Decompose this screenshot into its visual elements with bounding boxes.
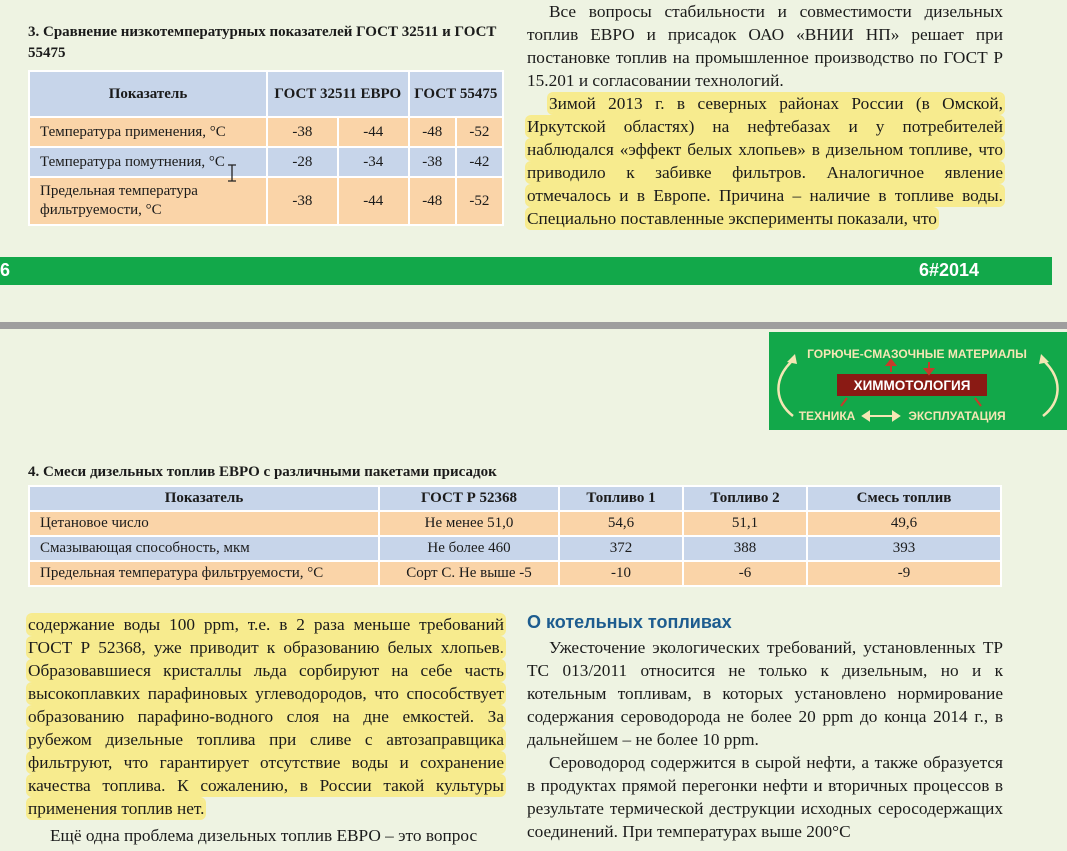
page-separator bbox=[0, 322, 1067, 329]
table4-row-label: Смазывающая способность, мкм bbox=[28, 535, 380, 562]
page-footer-band: 6 6#2014 bbox=[0, 257, 1052, 285]
table3-cell: -28 bbox=[266, 146, 339, 178]
table4-cell: -9 bbox=[806, 560, 1002, 587]
highlighted-paragraph: Зимой 2013 г. в северных районах России … bbox=[527, 92, 1003, 230]
top-right-column: Все вопросы стабильности и совместимости… bbox=[527, 0, 1003, 230]
logo-center-text: ХИММОТОЛОГИЯ bbox=[854, 378, 971, 393]
highlighted-paragraph: содержание воды 100 ppm, т.е. в 2 раза м… bbox=[28, 613, 504, 820]
table4-header-cell: Топливо 2 bbox=[682, 485, 808, 512]
bottom-left-column: содержание воды 100 ppm, т.е. в 2 раза м… bbox=[28, 613, 504, 847]
table3-row-label: Температура применения, °С bbox=[28, 116, 268, 148]
text-highlight: Зимой 2013 г. в северных районах России … bbox=[527, 94, 1003, 228]
table-row: Предельная температура фильтруемости, °С… bbox=[28, 176, 505, 226]
table4-cell: 372 bbox=[558, 535, 684, 562]
table3-cell: -48 bbox=[407, 116, 457, 148]
table3-header-gost55475: ГОСТ 55475 bbox=[407, 70, 505, 118]
table3-cell: -52 bbox=[454, 176, 505, 226]
table3-cell: -34 bbox=[336, 146, 410, 178]
table3-header-indicator: Показатель bbox=[28, 70, 268, 118]
table3: Показатель ГОСТ 32511 ЕВРО ГОСТ 55475 Те… bbox=[28, 70, 505, 226]
table4-header-row: Показатель ГОСТ Р 52368 Топливо 1 Топлив… bbox=[28, 485, 1002, 512]
table4-header-cell: ГОСТ Р 52368 bbox=[378, 485, 560, 512]
table-row: Температура помутнения, °С -28 -34 -38 -… bbox=[28, 146, 505, 178]
table4-cell: Не менее 51,0 bbox=[378, 510, 560, 537]
table3-cell: -48 bbox=[407, 176, 457, 226]
table-row: Смазывающая способность, мкм Не более 46… bbox=[28, 535, 1002, 562]
table4-header-cell: Смесь топлив bbox=[806, 485, 1002, 512]
table4-caption: 4. Смеси дизельных топлив ЕВРО с различн… bbox=[28, 464, 497, 480]
bottom-right-column: О котельных топливах Ужесточение экологи… bbox=[527, 612, 1003, 843]
paragraph: Все вопросы стабильности и совместимости… bbox=[527, 2, 1003, 90]
issue-number: 6#2014 bbox=[919, 260, 980, 280]
table3-cell: -52 bbox=[454, 116, 505, 148]
journal-logo: ХИММОТОЛОГИЯ ГОРЮЧЕ-СМАЗОЧНЫЕ МАТЕРИАЛЫ … bbox=[769, 332, 1067, 430]
paragraph: Ещё одна проблема дизельных топлив ЕВРО … bbox=[50, 826, 478, 845]
table4: Показатель ГОСТ Р 52368 Топливо 1 Топлив… bbox=[28, 485, 1002, 587]
table-row: Температура применения, °С -38 -44 -48 -… bbox=[28, 116, 505, 148]
table3-cell: -42 bbox=[454, 146, 505, 178]
table3-cell: -44 bbox=[336, 176, 410, 226]
table4-cell: 54,6 bbox=[558, 510, 684, 537]
bottom-right-text: Ужесточение экологических требований, ус… bbox=[527, 636, 1003, 843]
text-cursor-icon bbox=[228, 164, 236, 187]
table3-cell: -44 bbox=[336, 116, 410, 148]
table3-cell: -38 bbox=[266, 176, 339, 226]
table3-caption: 3. Сравнение низкотемпературных показате… bbox=[28, 24, 497, 61]
paragraph: Ужесточение экологических требований, ус… bbox=[527, 638, 1003, 749]
section-heading: О котельных топливах bbox=[527, 612, 732, 632]
table4-header-cell: Топливо 1 bbox=[558, 485, 684, 512]
logo-right-text: ЭКСПЛУАТАЦИЯ bbox=[908, 409, 1005, 423]
table4-cell: Не более 460 bbox=[378, 535, 560, 562]
table4-cell: 49,6 bbox=[806, 510, 1002, 537]
page-number: 6 bbox=[0, 260, 11, 280]
table4-row-label: Цетановое число bbox=[28, 510, 380, 537]
table-row: Предельная температура фильтруемости, °С… bbox=[28, 560, 1002, 587]
logo-top-text: ГОРЮЧЕ-СМАЗОЧНЫЕ МАТЕРИАЛЫ bbox=[807, 347, 1027, 361]
logo-left-text: ТЕХНИКА bbox=[799, 409, 856, 423]
table-row: Цетановое число Не менее 51,0 54,6 51,1 … bbox=[28, 510, 1002, 537]
table3-cell: -38 bbox=[407, 146, 457, 178]
table4-cell: 393 bbox=[806, 535, 1002, 562]
table4-header-cell: Показатель bbox=[28, 485, 380, 512]
table4-cell: Сорт С. Не выше -5 bbox=[378, 560, 560, 587]
table4-cell: 388 bbox=[682, 535, 808, 562]
table4-cell: 51,1 bbox=[682, 510, 808, 537]
paragraph: Сероводород содержится в сырой нефти, а … bbox=[527, 753, 1003, 841]
table4-cell: -10 bbox=[558, 560, 684, 587]
text-highlight: содержание воды 100 ppm, т.е. в 2 раза м… bbox=[28, 615, 504, 818]
table3-header-gost32511: ГОСТ 32511 ЕВРО bbox=[266, 70, 410, 118]
table3-cell: -38 bbox=[266, 116, 339, 148]
table4-row-label: Предельная температура фильтруемости, °С bbox=[28, 560, 380, 587]
table4-cell: -6 bbox=[682, 560, 808, 587]
